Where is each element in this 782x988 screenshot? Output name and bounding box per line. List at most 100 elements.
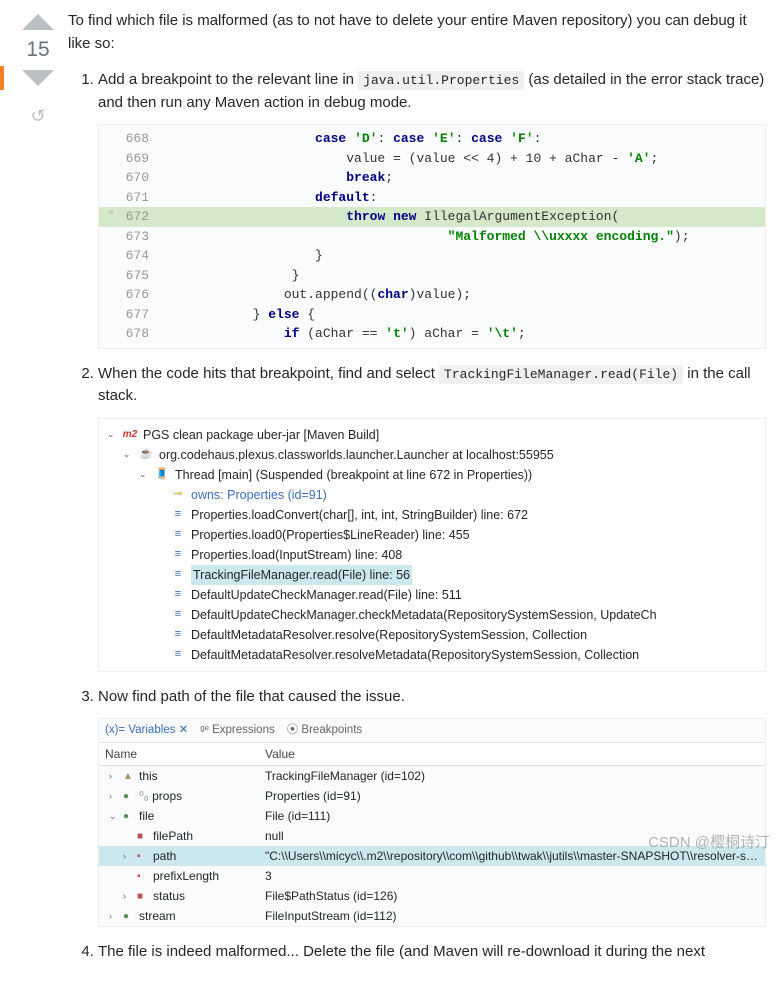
expand-icon[interactable]: ⌄ <box>139 467 149 481</box>
gutter-icon[interactable] <box>99 149 123 169</box>
stack-label: TrackingFileManager.read(File) line: 56 <box>191 565 412 585</box>
expand-icon[interactable]: › <box>109 790 119 804</box>
stack-row[interactable]: ≡DefaultUpdateCheckManager.checkMetadata… <box>107 605 757 625</box>
gutter-icon[interactable] <box>99 227 123 247</box>
line-number: 669 <box>123 149 159 169</box>
gutter-icon[interactable] <box>99 188 123 208</box>
var-type-icon: ● <box>123 809 135 824</box>
stack-row[interactable]: ≡DefaultMetadataResolver.resolve(Reposit… <box>107 625 757 645</box>
tab-variables[interactable]: (x)= Variables ✕ <box>105 722 188 739</box>
stack-label: DefaultMetadataResolver.resolve(Reposito… <box>191 625 587 645</box>
stack-row[interactable]: ⌄☕org.codehaus.plexus.classworlds.launch… <box>107 445 757 465</box>
gutter-icon[interactable] <box>99 266 123 286</box>
line-number: 670 <box>123 168 159 188</box>
answer-intro: To find which file is malformed (as to n… <box>68 10 766 55</box>
code-text: throw new IllegalArgumentException( <box>159 207 765 227</box>
code-text: case 'D': case 'E': case 'F': <box>159 129 765 149</box>
stack-row[interactable]: ≡Properties.loadConvert(char[], int, int… <box>107 505 757 525</box>
code-text: } <box>159 246 765 266</box>
variable-row[interactable]: ■filePathnull <box>99 826 765 846</box>
stack-icon: ≡ <box>170 568 186 582</box>
gutter-icon[interactable] <box>99 129 123 149</box>
var-value: null <box>265 827 759 845</box>
history-icon[interactable]: ↺ <box>30 106 45 127</box>
gutter-icon[interactable] <box>99 168 123 188</box>
variable-row[interactable]: ›●streamFileInputStream (id=112) <box>99 906 765 926</box>
vote-score: 15 <box>26 38 49 62</box>
expand-icon[interactable]: › <box>123 850 133 864</box>
var-type-icon: ▪ <box>137 869 149 884</box>
stack-row[interactable]: ≡ TrackingFileManager.read(File) line: 56 <box>107 565 757 585</box>
var-value: File$PathStatus (id=126) <box>265 887 759 905</box>
var-name: this <box>139 767 158 785</box>
code-line: 671 default: <box>99 188 765 208</box>
stack-icon: 🧵 <box>154 468 170 482</box>
gutter-icon[interactable] <box>99 285 123 305</box>
stack-row[interactable]: ≡Properties.load(InputStream) line: 408 <box>107 545 757 565</box>
expand-icon[interactable]: ⌄ <box>107 427 117 441</box>
line-number: 668 <box>123 129 159 149</box>
variable-row[interactable]: ›■statusFile$PathStatus (id=126) <box>99 886 765 906</box>
code-text: "Malformed \\uxxxx encoding."); <box>159 227 765 247</box>
col-name: Name <box>105 745 265 763</box>
stack-row[interactable]: ⊸owns: Properties (id=91) <box>107 485 757 505</box>
var-name: file <box>139 807 154 825</box>
stack-row[interactable]: ⌄ 🧵 Thread [main] (Suspended (breakpoint a… <box>107 465 757 485</box>
gutter-icon[interactable] <box>99 305 123 325</box>
stack-row[interactable]: ⌄m2PGS clean package uber-jar [Maven Bui… <box>107 425 757 445</box>
stack-label: Thread [main] (Suspended (breakpoint at … <box>175 465 532 485</box>
variable-row[interactable]: ›▪path"C:\\Users\\micyc\\.m2\\repository… <box>99 846 765 866</box>
gutter-icon[interactable]: ⚬ <box>99 207 123 227</box>
expand-icon[interactable]: ⌄ <box>123 447 133 461</box>
code-line: 678 if (aChar == 't') aChar = '\t'; <box>99 324 765 344</box>
code-line: 676 out.append((char)value); <box>99 285 765 305</box>
expand-icon[interactable]: ⌄ <box>109 810 119 824</box>
stack-label: DefaultUpdateCheckManager.read(File) lin… <box>191 585 462 605</box>
variable-row[interactable]: ›●⁰₀ propsProperties (id=91) <box>99 786 765 806</box>
downvote-button[interactable] <box>22 70 54 86</box>
code-line: 673 "Malformed \\uxxxx encoding."); <box>99 227 765 247</box>
code-text: out.append((char)value); <box>159 285 765 305</box>
stack-icon: ≡ <box>170 648 186 662</box>
variable-row[interactable]: ⌄●fileFile (id=111) <box>99 806 765 826</box>
var-value: TrackingFileManager (id=102) <box>265 767 759 785</box>
tab-expressions[interactable]: ᵍᵉ Expressions <box>200 722 274 739</box>
stack-label: Properties.load0(Properties$LineReader) … <box>191 525 470 545</box>
expand-icon[interactable]: › <box>109 770 119 784</box>
gutter-icon[interactable] <box>99 246 123 266</box>
code-properties: java.util.Properties <box>358 71 524 90</box>
expand-icon[interactable]: › <box>109 910 119 924</box>
var-name: path <box>153 847 176 865</box>
tab-breakpoints[interactable]: ⦿ Breakpoints <box>287 722 362 739</box>
var-type-icon: ▪ <box>137 849 149 864</box>
var-name: filePath <box>153 827 193 845</box>
stack-icon: ⊸ <box>170 488 186 502</box>
var-type-icon: ● <box>123 789 135 804</box>
stack-label: DefaultUpdateCheckManager.checkMetadata(… <box>191 605 657 625</box>
col-value: Value <box>265 745 759 763</box>
code-line: 677 } else { <box>99 305 765 325</box>
code-line: 670 break; <box>99 168 765 188</box>
var-name: prefixLength <box>153 867 219 885</box>
gutter-icon[interactable] <box>99 324 123 344</box>
upvote-button[interactable] <box>22 14 54 30</box>
expand-icon[interactable]: › <box>123 890 133 904</box>
code-trackingfilemanager: TrackingFileManager.read(File) <box>439 365 683 384</box>
stack-row[interactable]: ≡DefaultMetadataResolver.resolveMetadata… <box>107 645 757 665</box>
line-number: 671 <box>123 188 159 208</box>
stack-icon: ≡ <box>170 548 186 562</box>
var-type-icon: ■ <box>137 889 149 904</box>
stack-row[interactable]: ≡ Properties.load0(Properties$LineReader)… <box>107 525 757 545</box>
line-number: 678 <box>123 324 159 344</box>
code-text: } else { <box>159 305 765 325</box>
line-number: 676 <box>123 285 159 305</box>
var-name: ⁰₀ props <box>139 787 182 805</box>
stack-row[interactable]: ≡DefaultUpdateCheckManager.read(File) li… <box>107 585 757 605</box>
variable-row[interactable]: ▪prefixLength3 <box>99 866 765 886</box>
call-stack-block: ⌄m2PGS clean package uber-jar [Maven Bui… <box>98 418 766 672</box>
line-number: 674 <box>123 246 159 266</box>
variable-row[interactable]: ›▲thisTrackingFileManager (id=102) <box>99 766 765 786</box>
stack-icon: ≡ <box>170 528 186 542</box>
code-text: break; <box>159 168 765 188</box>
code-block-properties: 668 case 'D': case 'E': case 'F':669 val… <box>98 124 766 349</box>
